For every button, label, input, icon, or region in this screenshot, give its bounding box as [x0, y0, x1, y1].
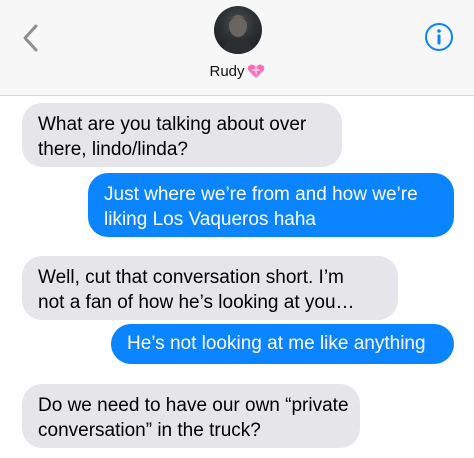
message-sent[interactable]: He’s not looking at me like anything [111, 324, 454, 364]
message-received[interactable]: What are you talking about over there, l… [22, 103, 342, 167]
message-sent[interactable]: Just where we’re from and how we’re liki… [88, 173, 454, 237]
message-line: conversation” in the truck? [38, 420, 261, 441]
contact-name: Rudy [209, 62, 245, 80]
message-received[interactable]: Well, cut that conversation short. I’m n… [22, 256, 398, 320]
message-line: liking Los Vaqueros haha [104, 209, 316, 230]
message-line: Do we need to have our own “private [38, 395, 349, 416]
info-button[interactable] [424, 22, 454, 52]
message-line: He’s not looking at me like anything [127, 333, 426, 354]
heart-with-ribbon-icon [247, 64, 264, 78]
message-line: Well, cut that conversation short. I’m [38, 267, 344, 288]
message-line: What are you talking about over [38, 114, 307, 135]
message-line: not a fan of how he’s looking at you… [38, 292, 355, 313]
conversation-header: Rudy [0, 0, 474, 96]
message-line: there, lindo/linda? [38, 139, 188, 160]
info-icon [425, 23, 453, 51]
message-received[interactable]: Do we need to have our own “private conv… [22, 384, 360, 448]
avatar-photo [222, 15, 254, 54]
chevron-left-icon [23, 24, 38, 52]
message-line: Just where we’re from and how we’re [104, 184, 418, 205]
contact-avatar[interactable] [214, 6, 262, 54]
contact-name-row[interactable]: Rudy [0, 60, 474, 82]
back-button[interactable] [18, 20, 44, 56]
